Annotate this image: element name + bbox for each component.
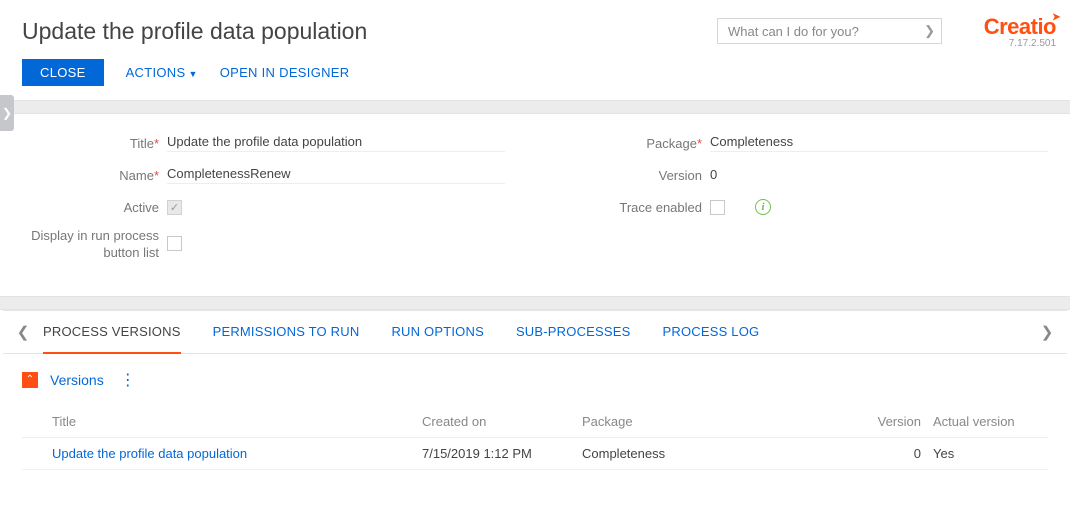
label-package: Package*	[565, 136, 710, 151]
tabs-scroll-left[interactable]: ❮	[11, 323, 35, 341]
table-row[interactable]: Update the profile data population7/15/2…	[22, 438, 1048, 470]
chevron-right-icon: ❯	[924, 23, 935, 39]
section-divider	[0, 100, 1070, 114]
detail-menu-button[interactable]: ⋮	[120, 370, 135, 390]
tab-process-versions[interactable]: PROCESS VERSIONS	[43, 311, 181, 354]
field-version: 0	[710, 167, 1048, 184]
field-package[interactable]: Completeness	[710, 134, 1048, 152]
label-title: Title*	[22, 136, 167, 151]
tab-permissions-to-run[interactable]: PERMISSIONS TO RUN	[213, 311, 360, 354]
caret-down-icon: ▼	[188, 69, 197, 79]
brand-block: Creatio ➤ 7.17.2.501	[984, 14, 1056, 49]
search-placeholder: What can I do for you?	[728, 24, 859, 39]
brand-bird-icon: ➤	[1052, 12, 1060, 23]
grid-header: Title Created on Package Version Actual …	[22, 406, 1048, 438]
brand-logo: Creatio ➤	[984, 14, 1056, 40]
label-version: Version	[565, 168, 710, 183]
actions-menu[interactable]: ACTIONS ▼	[126, 65, 198, 80]
info-icon[interactable]: i	[755, 199, 771, 215]
checkbox-active[interactable]: ✓	[167, 200, 182, 215]
col-package[interactable]: Package	[582, 414, 873, 429]
label-display-run-button: Display in run process button list	[22, 228, 167, 262]
expand-side-panel-button[interactable]: ❯	[0, 95, 14, 131]
global-search-input[interactable]: What can I do for you? ❯	[717, 18, 942, 44]
open-in-designer-button[interactable]: OPEN IN DESIGNER	[220, 65, 350, 80]
checkbox-display-run-button[interactable]	[167, 236, 182, 251]
section-divider	[0, 296, 1070, 310]
tab-process-log[interactable]: PROCESS LOG	[663, 311, 760, 354]
tab-sub-processes[interactable]: SUB-PROCESSES	[516, 311, 631, 354]
close-button[interactable]: CLOSE	[22, 59, 104, 86]
cell-created: 7/15/2019 1:12 PM	[422, 446, 582, 461]
checkbox-trace[interactable]	[710, 200, 725, 215]
field-name[interactable]: CompletenessRenew	[167, 166, 505, 184]
cell-actual: Yes	[933, 446, 1048, 461]
field-title[interactable]: Update the profile data population	[167, 134, 505, 152]
col-version[interactable]: Version	[873, 414, 933, 429]
label-name: Name*	[22, 168, 167, 183]
cell-package: Completeness	[582, 446, 873, 461]
tabs-scroll-right[interactable]: ❯	[1035, 323, 1059, 341]
col-created[interactable]: Created on	[422, 414, 582, 429]
label-active: Active	[22, 200, 167, 215]
col-title[interactable]: Title	[52, 414, 422, 429]
col-actual[interactable]: Actual version	[933, 414, 1048, 429]
label-trace: Trace enabled	[565, 200, 710, 215]
collapse-detail-button[interactable]: ⌃	[22, 372, 38, 388]
detail-title[interactable]: Versions	[50, 372, 104, 388]
tab-run-options[interactable]: RUN OPTIONS	[391, 311, 483, 354]
cell-version: 0	[873, 446, 933, 461]
cell-title[interactable]: Update the profile data population	[52, 446, 422, 461]
